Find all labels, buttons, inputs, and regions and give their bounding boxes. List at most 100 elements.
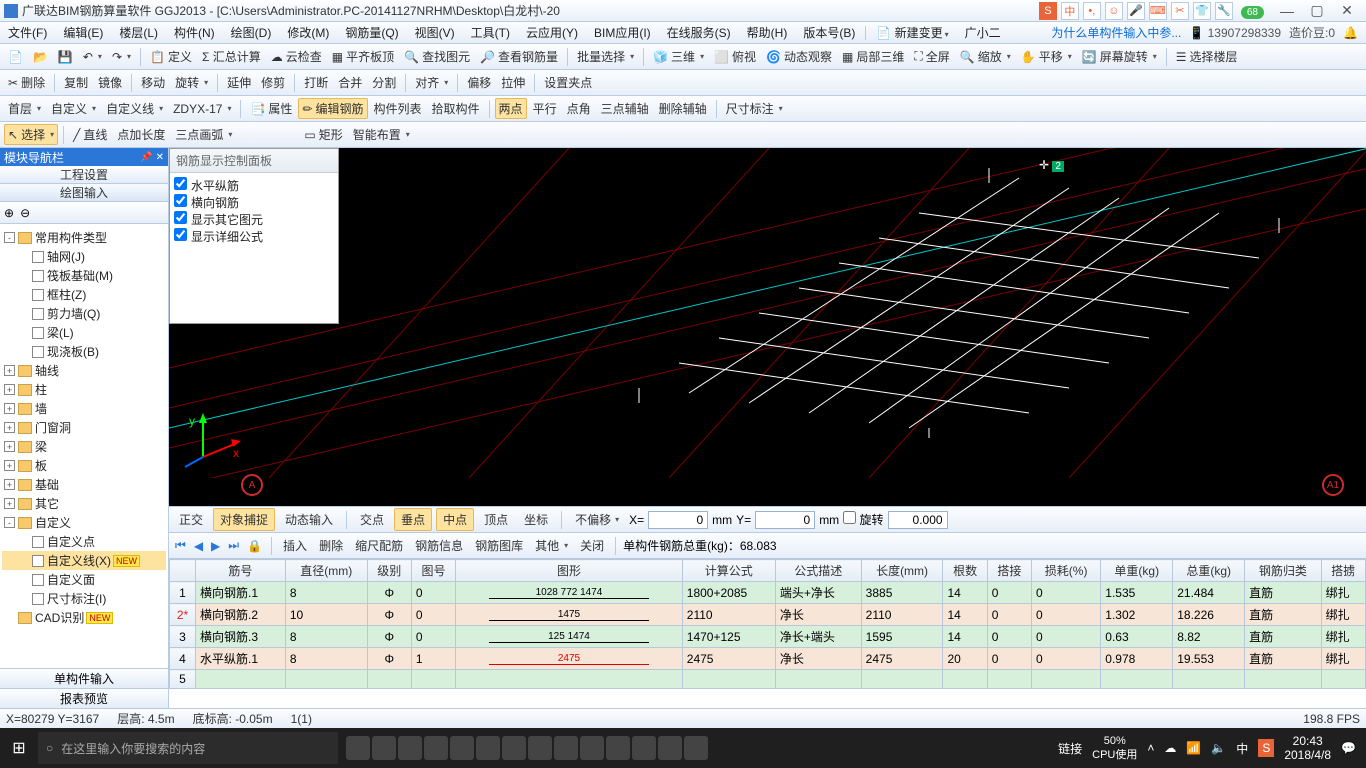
task-icon[interactable] [398,736,422,760]
tree-node[interactable]: +梁 [2,437,166,456]
trim-btn[interactable]: 修剪 [257,72,289,93]
display-check[interactable]: 显示详细公式 [174,228,334,245]
task-icon[interactable] [424,736,448,760]
tree-node[interactable]: +基础 [2,475,166,494]
tree-node[interactable]: 自定义面 [2,570,166,589]
task-icon[interactable] [346,736,370,760]
close-grid-btn[interactable]: 关闭 [576,535,608,556]
dynamic-view-btn[interactable]: 🌀 动态观察 [762,46,836,67]
dim-btn[interactable]: 尺寸标注 [722,98,787,119]
rotate-btn[interactable]: 旋转 [171,72,212,93]
notification-badge[interactable]: 68 [1241,4,1264,18]
expand-icon[interactable]: ⊕ [4,206,14,220]
tree-node[interactable]: +轴线 [2,361,166,380]
tree-node[interactable]: +门窗洞 [2,418,166,437]
point-angle-btn[interactable]: 点角 [563,98,595,119]
tray-up-icon[interactable]: ˄ [1147,741,1154,755]
first-btn[interactable]: ⏮ [173,538,188,553]
parallel-btn[interactable]: 平行 [529,98,561,119]
align-btn[interactable]: 对齐 [411,72,452,93]
tree-node[interactable]: +墙 [2,399,166,418]
3d-btn[interactable]: 🧊 三维 [649,46,708,67]
rect-btn[interactable]: ▭ 矩形 [300,124,346,145]
y-input[interactable] [755,511,815,529]
props-btn[interactable]: 📑 属性 [246,98,296,119]
stretch-btn[interactable]: 拉伸 [497,72,529,93]
inter-toggle[interactable]: 交点 [354,509,390,530]
task-icon[interactable] [450,736,474,760]
clock[interactable]: 20:432018/4/8 [1284,734,1331,762]
phone-label[interactable]: 📱 13907298339 [1189,26,1281,40]
coin-label[interactable]: 造价豆:0 [1289,24,1335,41]
last-btn[interactable]: ⏭ [226,538,241,553]
tab-draw-input[interactable]: 绘图输入 [0,184,168,202]
menu-floor[interactable]: 楼层(L) [111,24,166,41]
zdyx-select[interactable]: ZDYX-17 [169,100,235,118]
start-button[interactable]: ⊞ [0,728,38,768]
rotate-input[interactable] [888,511,948,529]
comp-list-btn[interactable]: 构件列表 [370,98,426,119]
menu-view[interactable]: 视图(V) [407,24,463,41]
tray-wifi-icon[interactable]: 📶 [1186,741,1201,755]
ime-face-icon[interactable]: ☺ [1105,2,1123,20]
custom-select[interactable]: 自定义 [47,98,100,119]
osnap-toggle[interactable]: 对象捕捉 [213,508,275,531]
grip-btn[interactable]: 设置夹点 [540,72,596,93]
vertex-toggle[interactable]: 顶点 [478,509,514,530]
menu-tool[interactable]: 工具(T) [463,24,518,41]
view-rebar-btn[interactable]: 🔎 查看钢筋量 [476,46,562,67]
menu-online[interactable]: 在线服务(S) [659,24,739,41]
tray-onedrive-icon[interactable]: ☁ [1164,741,1176,755]
menu-edit[interactable]: 编辑(E) [55,24,111,41]
table-row[interactable]: 2*横向钢筋.210Φ014752110净长211014001.30218.22… [170,604,1366,626]
rotate-check[interactable] [843,511,856,524]
tree-node[interactable]: -常用构件类型 [2,228,166,247]
table-row[interactable]: 3横向钢筋.38Φ0125 14741470+125净长+端头159514000… [170,626,1366,648]
tree-node[interactable]: +板 [2,456,166,475]
new-change-button[interactable]: 📄 新建变更 [868,24,956,41]
cloudcheck-btn[interactable]: ☁ 云检查 [267,46,326,67]
merge-btn[interactable]: 合并 [334,72,366,93]
tree-node[interactable]: 自定义线(X)NEW [2,551,166,570]
task-icon[interactable] [554,736,578,760]
tree-node[interactable]: 现浇板(B) [2,342,166,361]
menu-draw[interactable]: 绘图(D) [223,24,280,41]
three-point-axis-btn[interactable]: 三点辅轴 [597,98,653,119]
nooffset-select[interactable]: 不偏移 [569,509,625,530]
menu-version[interactable]: 版本号(B) [795,24,863,41]
tip-link[interactable]: 为什么单构件输入中参... [1051,24,1181,41]
two-point-btn[interactable]: 两点 [495,98,527,119]
split-btn[interactable]: 分割 [368,72,400,93]
choose-floor-btn[interactable]: ☰ 选择楼层 [1172,46,1242,67]
ime-punct-icon[interactable]: •, [1083,2,1101,20]
customline-select[interactable]: 自定义线 [102,98,167,119]
extend-btn[interactable]: 延伸 [223,72,255,93]
tree-node[interactable]: 框柱(Z) [2,285,166,304]
close-button[interactable]: ✕ [1332,2,1362,20]
rebar-table[interactable]: 筋号直径(mm)级别图号图形计算公式公式描述长度(mm)根数搭接损耗(%)单重(… [169,559,1366,708]
zoom-btn[interactable]: 🔍 缩放 [956,46,1015,67]
menu-cloud[interactable]: 云应用(Y) [518,24,586,41]
tree-node[interactable]: CAD识别NEW [2,608,166,627]
display-check[interactable]: 显示其它图元 [174,211,334,228]
ime-shirt-icon[interactable]: 👕 [1193,2,1211,20]
batch-select-btn[interactable]: 批量选择 [573,46,638,67]
coord-toggle[interactable]: 坐标 [518,509,554,530]
save-btn[interactable]: 💾 [54,48,77,66]
collapse-icon[interactable]: ⊖ [20,206,30,220]
task-icon[interactable] [580,736,604,760]
tab-project-setting[interactable]: 工程设置 [0,166,168,184]
tree-node[interactable]: +其它 [2,494,166,513]
table-row[interactable]: 4水平纵筋.18Φ124752475净长247520000.97819.553直… [170,648,1366,670]
x-input[interactable] [648,511,708,529]
move-btn[interactable]: 移动 [137,72,169,93]
fullscreen-btn[interactable]: ⛶ 全屏 [910,46,953,67]
select-btn[interactable]: ↖ 选择 [4,124,58,145]
task-icon[interactable] [502,736,526,760]
taskbar-search[interactable]: ○ 在这里输入你要搜索的内容 [38,732,338,764]
tray-sogou-icon[interactable]: S [1258,739,1274,757]
rebar-info-btn[interactable]: 钢筋信息 [411,535,467,556]
arc-btn[interactable]: 三点画弧 [171,124,236,145]
tray-ime-icon[interactable]: 中 [1236,740,1248,757]
lock-btn[interactable]: 🔒 [245,539,264,553]
